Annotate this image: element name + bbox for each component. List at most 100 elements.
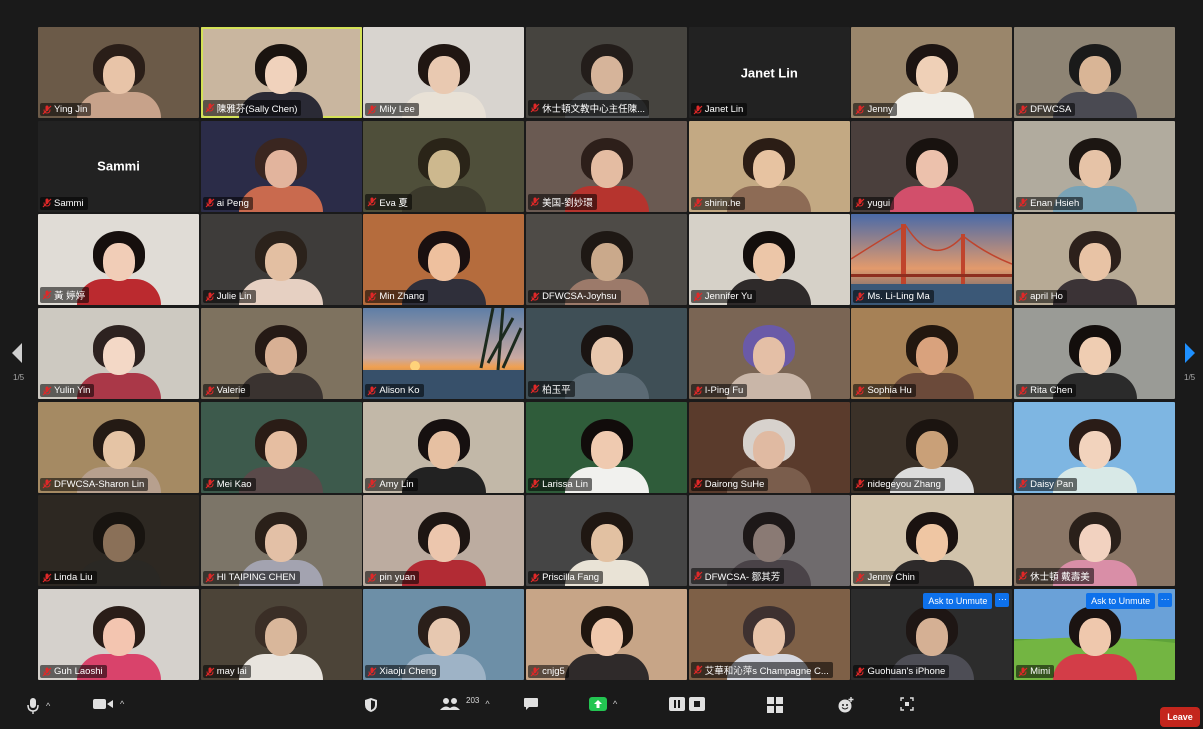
participant-video-tile[interactable]: Eva 夏 [363, 120, 525, 212]
chat-button[interactable] [523, 697, 539, 711]
more-options-button[interactable]: ··· [1158, 593, 1173, 608]
muted-microphone-icon [856, 292, 865, 302]
participant-video-feed [564, 606, 649, 681]
apps-button[interactable] [900, 697, 914, 711]
participant-video-tile[interactable]: Jenny [851, 27, 1013, 118]
participant-name-label: cnjg5 [528, 665, 569, 679]
participant-video-tile[interactable]: nidegeyou Zhang [851, 401, 1013, 493]
participant-video-tile[interactable]: Janet Lin Janet Lin [688, 27, 850, 118]
participant-name-label: HI TAIPING CHEN [202, 571, 300, 585]
participant-video-tile[interactable]: DFWCSA-Joyhsu [526, 214, 688, 306]
participant-video-tile[interactable]: cnjg5 [526, 589, 688, 681]
participant-name-label: 柏玉平 [528, 381, 575, 398]
chevron-up-icon[interactable]: ^ [485, 699, 489, 709]
participant-name: DFWCSA [1030, 104, 1072, 115]
muted-microphone-icon [205, 573, 215, 583]
participant-name: HI TAIPING CHEN [216, 572, 296, 584]
participant-name-label: Guh Laoshi [40, 665, 107, 679]
participant-name-label: 艾華和沁萍s Champagne C... [690, 662, 833, 679]
reactions-button[interactable] [838, 697, 854, 713]
pause-recording-button[interactable] [669, 697, 685, 711]
participant-video-tile[interactable]: Alison Ko [363, 308, 525, 400]
participant-name-label: 陳雅芬(Sally Chen) [202, 100, 302, 116]
participant-video-tile[interactable]: 陳雅芬(Sally Chen) [200, 27, 362, 118]
participant-name-label: Jenny [853, 103, 897, 116]
participant-video-tile[interactable]: yugui [851, 120, 1013, 212]
participant-video-tile[interactable]: Min Zhang [363, 214, 525, 306]
participant-video-tile[interactable]: Jennifer Yu [688, 214, 850, 306]
stop-recording-button[interactable] [689, 697, 705, 711]
muted-microphone-icon [530, 292, 540, 302]
participant-video-tile[interactable]: Valerie [200, 308, 362, 400]
participant-video-tile[interactable]: pin yuan [363, 495, 525, 587]
participant-name: 艾華和沁萍s Champagne C... [704, 666, 829, 678]
participant-name: Ms. Li-Ling Ma [867, 291, 930, 303]
chevron-up-icon[interactable]: ^ [120, 699, 124, 709]
share-screen-button[interactable]: ^ [589, 697, 617, 711]
participant-video-tile[interactable]: Julie Lin [200, 214, 362, 306]
participant-video-tile[interactable]: 艾華和沁萍s Champagne C... [688, 589, 850, 681]
leave-button[interactable]: Leave [1160, 707, 1200, 727]
muted-microphone-icon [205, 386, 215, 395]
mute-button[interactable]: ^ [26, 697, 50, 715]
participant-name-label: nidegeyou Zhang [853, 477, 945, 491]
participant-name: Yulin Yin [54, 385, 91, 397]
participant-video-tile[interactable]: Sammi Sammi [38, 120, 199, 212]
participant-video-tile[interactable]: 休士頓 戴壽美 [1014, 495, 1176, 587]
participant-video-tile[interactable]: Mei Kao [200, 401, 362, 493]
participant-video-tile[interactable]: Ask to Unmute ··· Mimi [1014, 589, 1176, 681]
participant-video-tile[interactable]: Yulin Yin [38, 308, 199, 400]
participant-video-tile[interactable]: HI TAIPING CHEN [200, 495, 362, 587]
participant-video-tile[interactable]: ai Peng [200, 120, 362, 212]
muted-microphone-icon [693, 479, 703, 489]
participant-video-tile[interactable]: Mily Lee [363, 27, 525, 118]
ask-to-unmute-button[interactable]: Ask to Unmute [1086, 593, 1156, 610]
participant-video-tile[interactable]: Daisy Pan [1014, 401, 1176, 493]
participant-name-label: I-Ping Fu [690, 384, 748, 398]
participant-video-tile[interactable]: DFWCSA-Sharon Lin [38, 401, 199, 493]
participant-video-tile[interactable]: Dairong SuHe [688, 401, 850, 493]
participant-name-label: Ying Jin [40, 103, 92, 116]
participant-video-tile[interactable]: 黃 婷婷 [38, 214, 199, 306]
participant-name: Guohuan's iPhone [867, 666, 946, 678]
breakout-rooms-button[interactable] [767, 697, 783, 713]
participant-video-tile[interactable]: 美国-劉妙環 [526, 120, 688, 212]
participant-name-label: Mimi [1016, 665, 1055, 679]
participant-video-tile[interactable]: I-Ping Fu [688, 308, 850, 400]
security-button[interactable] [364, 697, 378, 713]
page-indicator-left: 1/5 [13, 373, 25, 382]
participant-video-tile[interactable]: Sophia Hu [851, 308, 1013, 400]
participant-video-tile[interactable]: Jenny Chin [851, 495, 1013, 587]
ask-to-unmute-button[interactable]: Ask to Unmute [923, 593, 993, 610]
participant-video-tile[interactable]: Rita Chen [1014, 308, 1176, 400]
chevron-up-icon[interactable]: ^ [613, 699, 617, 709]
participant-video-tile[interactable]: Xiaoju Cheng [363, 589, 525, 681]
participant-video-tile[interactable]: DFWCSA [1014, 27, 1176, 118]
previous-page-arrow-icon[interactable] [10, 342, 24, 364]
participant-video-tile[interactable]: may lai [200, 589, 362, 681]
participant-video-tile[interactable]: 柏玉平 [526, 308, 688, 400]
participant-video-tile[interactable]: Ying Jin [38, 27, 199, 118]
participant-name: Amy Lin [379, 478, 414, 490]
participant-name-label: DFWCSA-Joyhsu [528, 290, 621, 304]
participant-video-tile[interactable]: Amy Lin [363, 401, 525, 493]
participant-video-tile[interactable]: 休士頓文教中心主任陳... [526, 27, 688, 118]
muted-microphone-icon [205, 292, 215, 302]
participant-video-tile[interactable]: april Ho [1014, 214, 1176, 306]
stop-video-button[interactable]: ^ [92, 697, 124, 711]
more-options-button[interactable]: ··· [995, 593, 1010, 608]
participant-video-tile[interactable]: Enan Hsieh [1014, 120, 1176, 212]
next-page-arrow-icon[interactable] [1183, 342, 1197, 364]
participants-button[interactable]: 203 ^ [440, 696, 490, 711]
participant-video-tile[interactable]: Larissa Lin [526, 401, 688, 493]
participant-video-tile[interactable]: Ask to Unmute ··· Guohuan's iPhone [851, 589, 1013, 681]
participant-name: 柏玉平 [542, 385, 571, 397]
participant-video-tile[interactable]: Guh Laoshi [38, 589, 199, 681]
participant-video-tile[interactable]: Linda Liu [38, 495, 199, 587]
chevron-up-icon[interactable]: ^ [46, 701, 50, 711]
participant-video-tile[interactable]: DFWCSA- 鄒其芳 [688, 495, 850, 587]
participant-video-tile[interactable]: Priscilla Fang [526, 495, 688, 587]
participant-video-tile[interactable]: shirin.he [688, 120, 850, 212]
participant-name: Enan Hsieh [1030, 197, 1080, 209]
participant-video-tile[interactable]: Ms. Li-Ling Ma [851, 214, 1013, 306]
